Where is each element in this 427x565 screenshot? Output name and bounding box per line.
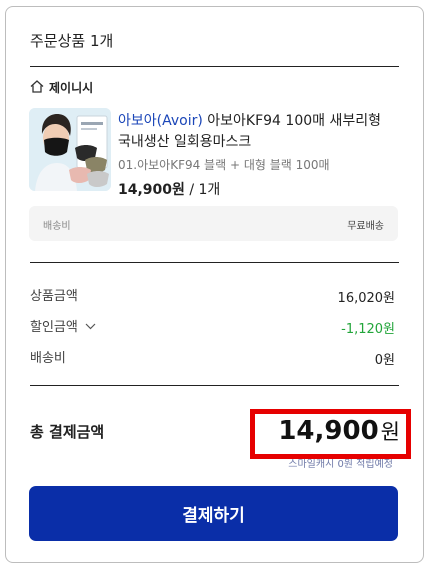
total-amount-number: 14,900 xyxy=(278,416,379,446)
product-option: 01.아보아KF94 블랙 + 대형 블랙 100매 xyxy=(118,158,330,172)
shipping-value: 무료배송 xyxy=(347,221,384,232)
header-divider xyxy=(30,66,399,67)
total-payment-amount: 14,900원 xyxy=(278,416,400,446)
store-name: 제이니시 xyxy=(49,81,94,95)
pay-button[interactable]: 결제하기 xyxy=(29,486,398,541)
summary-divider-bottom xyxy=(30,385,399,386)
order-summary-card: 주문상품 1개 제이니시 아보아(Avoir) 아보아KF94 100매 새부리… xyxy=(5,6,424,563)
discount-value: -1,120원 xyxy=(341,322,395,337)
product-thumbnail[interactable] xyxy=(29,108,111,191)
product-title[interactable]: 아보아(Avoir) 아보아KF94 100매 새부리형 국내생산 일회용마스크 xyxy=(118,111,398,153)
product-quantity: / 1개 xyxy=(189,182,221,198)
summary-divider-top xyxy=(30,262,399,263)
total-amount-unit: 원 xyxy=(380,420,400,444)
product-price: 14,900원 xyxy=(118,182,185,198)
product-price-row: 14,900원 / 1개 xyxy=(118,179,220,199)
product-brand[interactable]: 아보아(Avoir) xyxy=(118,113,203,129)
shipping-fee-value: 0원 xyxy=(374,353,395,368)
total-payment-label: 총 결제금액 xyxy=(30,423,105,441)
order-items-title: 주문상품 1개 xyxy=(30,32,114,50)
product-amount-label: 상품금액 xyxy=(30,289,78,304)
home-icon xyxy=(30,78,44,97)
discount-toggle[interactable]: 할인금액 xyxy=(30,316,96,335)
shipping-label: 배송비 xyxy=(43,221,71,232)
total-highlight-box: 14,900원 xyxy=(250,409,411,459)
shipping-fee-label: 배송비 xyxy=(30,351,66,366)
store-row[interactable]: 제이니시 xyxy=(30,78,93,97)
chevron-down-icon xyxy=(85,319,96,334)
product-amount-value: 16,020원 xyxy=(337,291,395,306)
discount-label: 할인금액 xyxy=(30,320,78,335)
shipping-info-box: 배송비 무료배송 xyxy=(29,206,398,241)
